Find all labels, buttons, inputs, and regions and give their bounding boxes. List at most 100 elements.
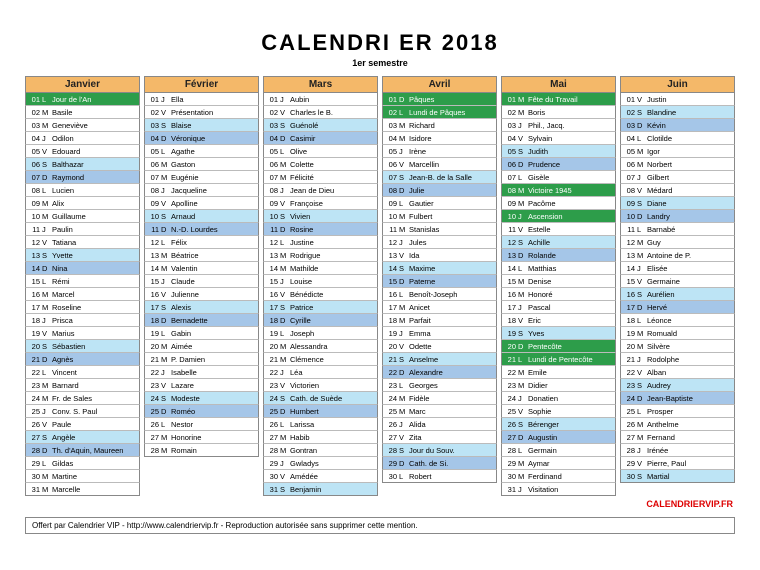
- day-weekday: L: [280, 329, 289, 338]
- calendar-title: CALENDRI ER 2018: [25, 30, 735, 56]
- day-saint: Nina: [51, 264, 139, 273]
- day-number: 25: [383, 407, 399, 416]
- day-row: 18LLéonce: [620, 314, 735, 327]
- day-row: 07LGisèle: [501, 171, 616, 184]
- day-number: 09: [621, 199, 637, 208]
- day-weekday: L: [42, 95, 51, 104]
- day-row: 15VGermaine: [620, 275, 735, 288]
- day-number: 30: [621, 472, 637, 481]
- day-number: 14: [621, 264, 637, 273]
- day-saint: Odilon: [51, 134, 139, 143]
- day-weekday: S: [280, 212, 289, 221]
- day-row: 17SAlexis: [144, 301, 259, 314]
- day-saint: Richard: [408, 121, 496, 130]
- day-saint: Aymar: [527, 459, 615, 468]
- day-weekday: D: [399, 368, 408, 377]
- day-saint: Geneviève: [51, 121, 139, 130]
- day-row: 31SBenjamin: [263, 483, 378, 496]
- day-number: 27: [383, 433, 399, 442]
- day-weekday: D: [280, 407, 289, 416]
- day-weekday: V: [399, 433, 408, 442]
- day-row: 17DHervé: [620, 301, 735, 314]
- day-number: 05: [26, 147, 42, 156]
- day-row: 29MAymar: [501, 457, 616, 470]
- day-number: 21: [621, 355, 637, 364]
- day-weekday: V: [518, 407, 527, 416]
- day-row: 03MGeneviève: [25, 119, 140, 132]
- day-number: 22: [383, 368, 399, 377]
- day-weekday: M: [280, 342, 289, 351]
- day-number: 06: [621, 160, 637, 169]
- day-number: 27: [145, 433, 161, 442]
- day-row: 29DCath. de Si.: [382, 457, 497, 470]
- day-weekday: D: [161, 316, 170, 325]
- day-row: 20MAlessandra: [263, 340, 378, 353]
- day-number: 09: [264, 199, 280, 208]
- day-number: 15: [502, 277, 518, 286]
- day-row: 22LVincent: [25, 366, 140, 379]
- day-saint: Pascal: [527, 303, 615, 312]
- day-saint: Emile: [527, 368, 615, 377]
- day-weekday: S: [637, 472, 646, 481]
- day-number: 18: [145, 316, 161, 325]
- day-row: 12VTatiana: [25, 236, 140, 249]
- day-saint: Gautier: [408, 199, 496, 208]
- day-number: 19: [264, 329, 280, 338]
- day-saint: Emma: [408, 329, 496, 338]
- day-row: 30MFerdinand: [501, 470, 616, 483]
- day-weekday: M: [637, 251, 646, 260]
- day-row: 19VMarius: [25, 327, 140, 340]
- day-weekday: L: [161, 329, 170, 338]
- day-saint: Cath. de Suède: [289, 394, 377, 403]
- day-number: 07: [264, 173, 280, 182]
- day-number: 24: [145, 394, 161, 403]
- day-saint: Arnaud: [170, 212, 258, 221]
- day-row: 25DHumbert: [263, 405, 378, 418]
- day-weekday: D: [637, 394, 646, 403]
- day-weekday: S: [280, 303, 289, 312]
- day-saint: Bernadette: [170, 316, 258, 325]
- day-row: 22VAlban: [620, 366, 735, 379]
- day-saint: Charles le B.: [289, 108, 377, 117]
- day-weekday: D: [518, 251, 527, 260]
- day-weekday: D: [280, 134, 289, 143]
- day-saint: Irène: [408, 147, 496, 156]
- day-weekday: L: [161, 420, 170, 429]
- day-row: 12LFélix: [144, 236, 259, 249]
- day-row: 27MHabib: [263, 431, 378, 444]
- day-saint: Germain: [527, 446, 615, 455]
- day-row: 10MFulbert: [382, 210, 497, 223]
- day-number: 11: [145, 225, 161, 234]
- day-number: 20: [264, 342, 280, 351]
- day-row: 01MFête du Travail: [501, 93, 616, 106]
- day-row: 21SAnselme: [382, 353, 497, 366]
- day-row: 06VMarcellin: [382, 158, 497, 171]
- day-row: 21JRodolphe: [620, 353, 735, 366]
- day-weekday: S: [280, 394, 289, 403]
- day-number: 14: [264, 264, 280, 273]
- months-row: Janvier01LJour de l'An02MBasile03MGenevi…: [25, 76, 735, 496]
- day-row: 09MAlix: [25, 197, 140, 210]
- day-weekday: J: [161, 368, 170, 377]
- day-number: 22: [264, 368, 280, 377]
- day-saint: Paterne: [408, 277, 496, 286]
- day-saint: Lundi de Pâques: [408, 108, 496, 117]
- day-number: 02: [26, 108, 42, 117]
- day-weekday: S: [280, 485, 289, 494]
- day-weekday: J: [42, 407, 51, 416]
- day-number: 25: [621, 407, 637, 416]
- day-weekday: S: [637, 199, 646, 208]
- day-number: 23: [26, 381, 42, 390]
- day-weekday: L: [280, 420, 289, 429]
- day-number: 10: [383, 212, 399, 221]
- day-saint: Julie: [408, 186, 496, 195]
- day-weekday: M: [518, 290, 527, 299]
- day-row: 08JJacqueline: [144, 184, 259, 197]
- day-row: 29VPierre, Paul: [620, 457, 735, 470]
- day-weekday: M: [161, 342, 170, 351]
- day-weekday: M: [518, 95, 527, 104]
- day-row: 04VSylvain: [501, 132, 616, 145]
- day-row: 18MParfait: [382, 314, 497, 327]
- day-saint: Silvère: [646, 342, 734, 351]
- day-row: 07SJean-B. de la Salle: [382, 171, 497, 184]
